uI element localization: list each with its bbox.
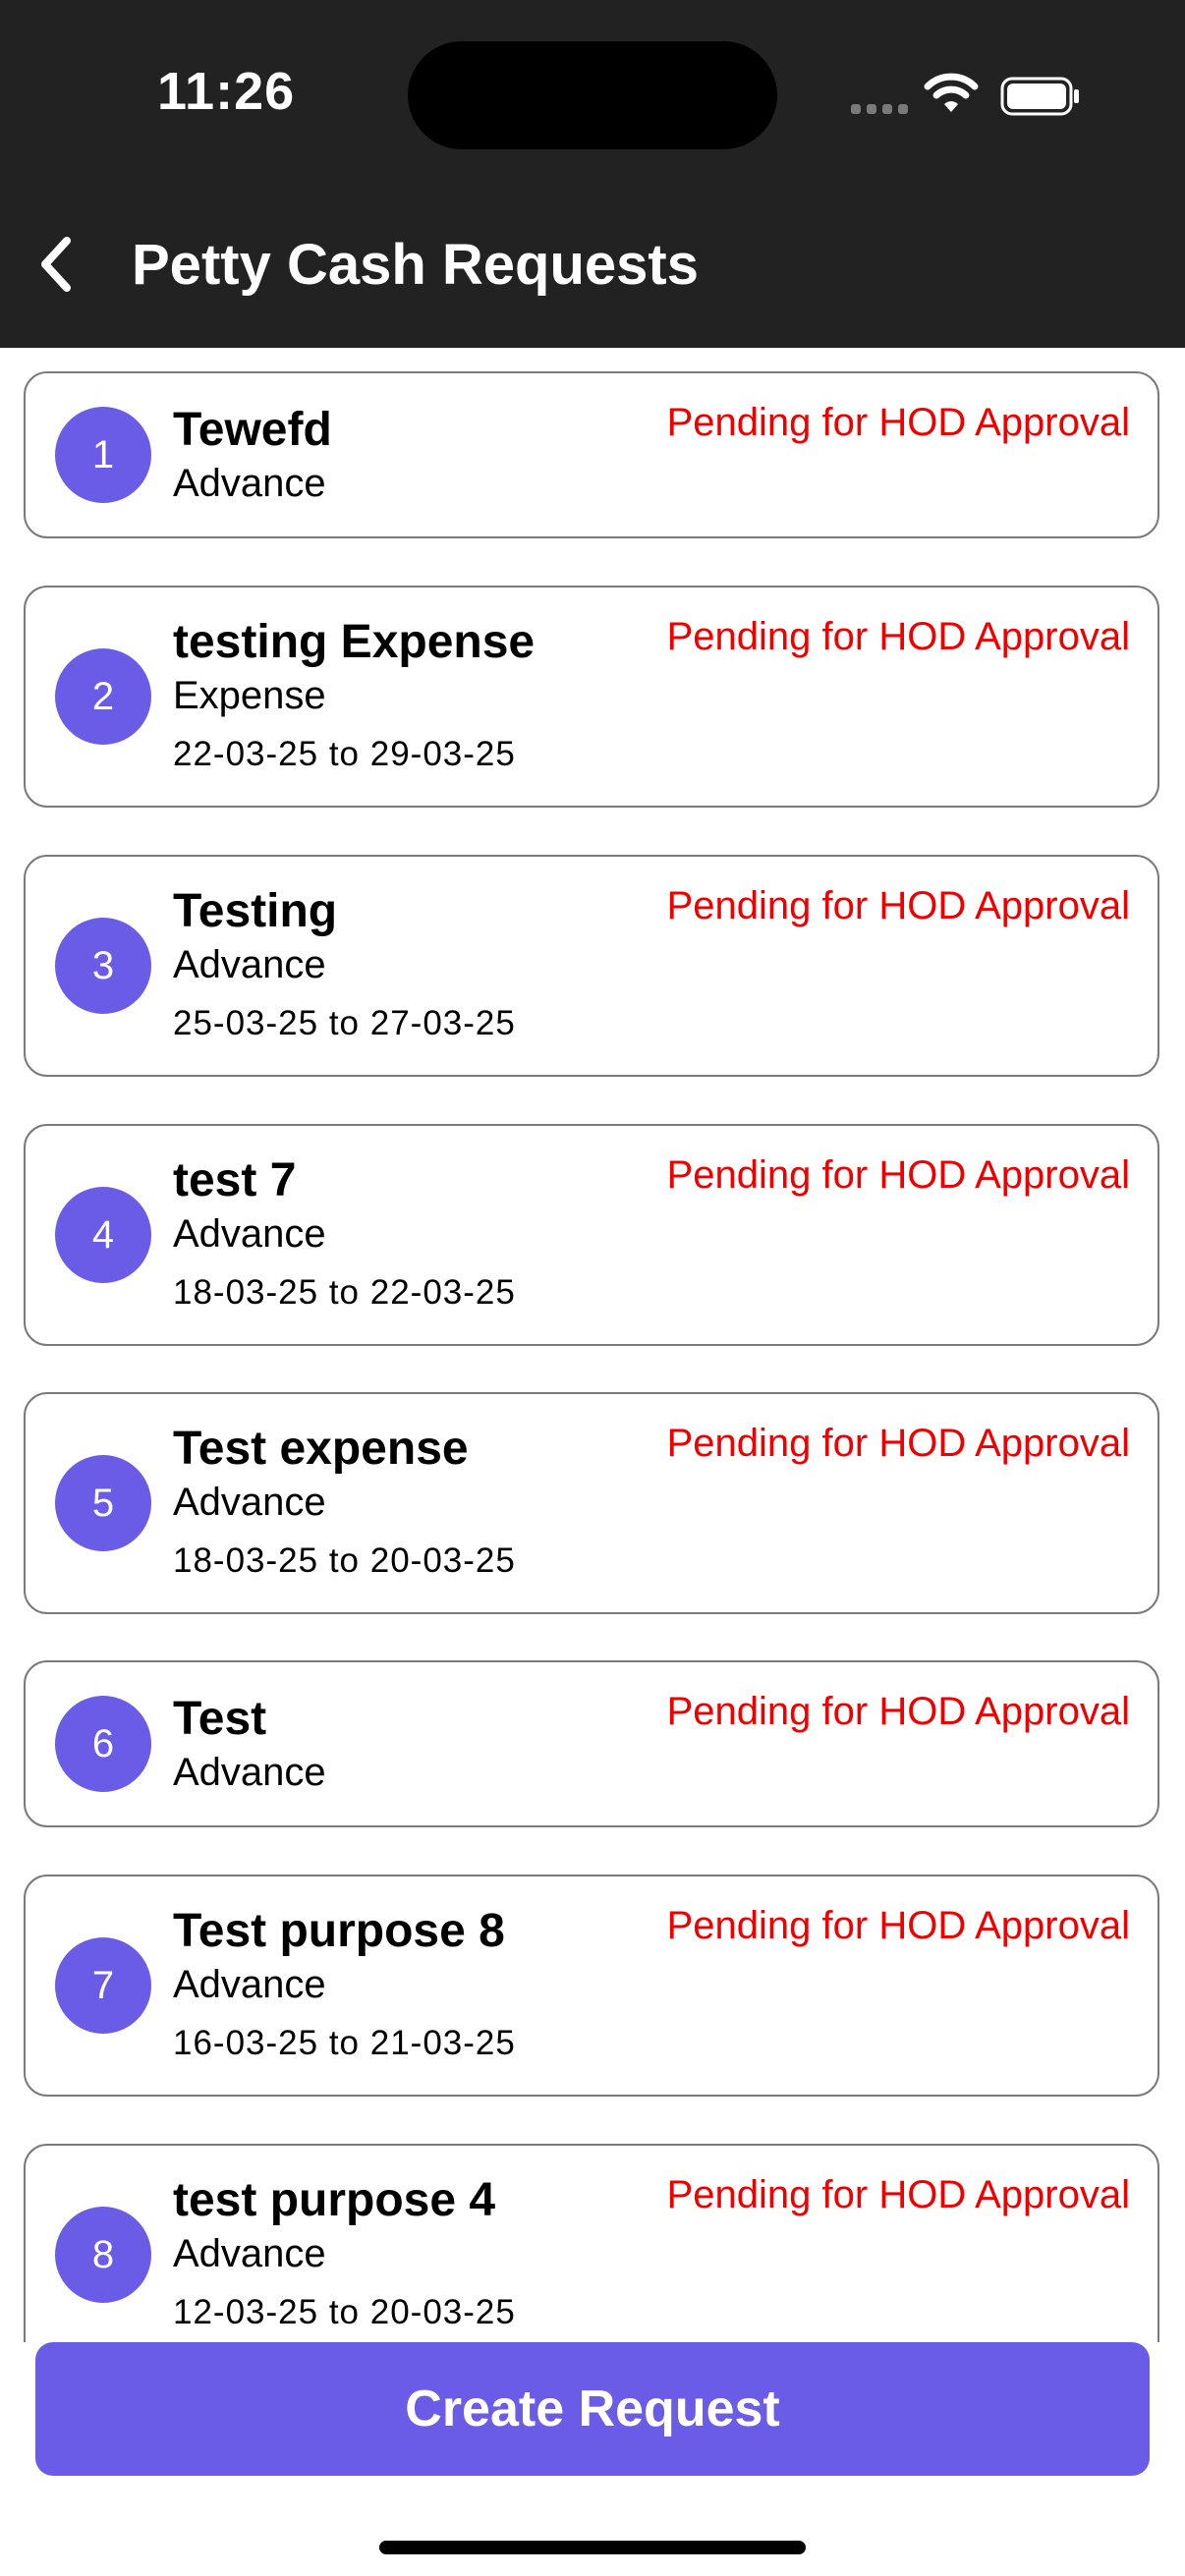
- request-title: Tewefd: [173, 404, 332, 456]
- request-type: Advance: [173, 462, 326, 505]
- request-card[interactable]: 2 testing Expense Expense 22-03-25 to 29…: [24, 586, 1159, 808]
- request-index-badge: 8: [55, 2207, 151, 2303]
- request-status: Pending for HOD Approval: [666, 1153, 1130, 1197]
- request-index-badge: 6: [55, 1696, 151, 1792]
- request-card[interactable]: 1 Tewefd Advance Pending for HOD Approva…: [24, 371, 1159, 538]
- request-type: Advance: [173, 1963, 326, 2006]
- request-date-range: 16-03-25 to 21-03-25: [173, 2024, 516, 2062]
- home-indicator[interactable]: [379, 2541, 806, 2554]
- dynamic-island: [408, 41, 777, 149]
- request-title: test 7: [173, 1154, 297, 1206]
- request-date-range: 25-03-25 to 27-03-25: [173, 1004, 516, 1042]
- request-status: Pending for HOD Approval: [666, 2173, 1130, 2216]
- request-index-badge: 1: [55, 407, 151, 503]
- request-index-badge: 7: [55, 1937, 151, 2034]
- request-type: Advance: [173, 1751, 326, 1794]
- request-card[interactable]: 4 test 7 Advance 18-03-25 to 22-03-25 Pe…: [24, 1124, 1159, 1346]
- request-type: Advance: [173, 943, 326, 986]
- request-status: Pending for HOD Approval: [666, 1904, 1130, 1947]
- request-list[interactable]: 1 Tewefd Advance Pending for HOD Approva…: [0, 348, 1185, 2342]
- cellular-signal-icon: [851, 104, 908, 114]
- chevron-left-icon: [41, 237, 71, 292]
- request-title: test purpose 4: [173, 2174, 496, 2226]
- request-status: Pending for HOD Approval: [666, 884, 1130, 927]
- request-date-range: 22-03-25 to 29-03-25: [173, 735, 516, 773]
- request-card[interactable]: 7 Test purpose 8 Advance 16-03-25 to 21-…: [24, 1875, 1159, 2097]
- request-title: Test expense: [173, 1423, 469, 1475]
- request-date-range: 18-03-25 to 22-03-25: [173, 1273, 516, 1312]
- request-index-badge: 3: [55, 918, 151, 1014]
- create-request-button[interactable]: Create Request: [35, 2342, 1150, 2476]
- request-status: Pending for HOD Approval: [666, 401, 1130, 444]
- app-header: 11:26 Petty Cash Requests: [0, 0, 1185, 348]
- page-title: Petty Cash Requests: [132, 233, 699, 297]
- request-date-range: 18-03-25 to 20-03-25: [173, 1541, 516, 1580]
- request-title: Testing: [173, 885, 338, 937]
- request-title: Test: [173, 1693, 267, 1745]
- request-index-badge: 2: [55, 648, 151, 745]
- request-type: Expense: [173, 674, 326, 717]
- wifi-icon: [924, 73, 979, 112]
- request-index-badge: 5: [55, 1455, 151, 1551]
- request-status: Pending for HOD Approval: [666, 1690, 1130, 1733]
- request-index-badge: 4: [55, 1187, 151, 1283]
- request-status: Pending for HOD Approval: [666, 1422, 1130, 1465]
- back-button[interactable]: [26, 228, 85, 301]
- request-type: Advance: [173, 1481, 326, 1524]
- request-type: Advance: [173, 1212, 326, 1256]
- request-card[interactable]: 6 Test Advance Pending for HOD Approval: [24, 1660, 1159, 1827]
- battery-icon: [1000, 77, 1079, 116]
- request-status: Pending for HOD Approval: [666, 615, 1130, 658]
- request-title: testing Expense: [173, 616, 536, 668]
- request-card[interactable]: 8 test purpose 4 Advance 12-03-25 to 20-…: [24, 2144, 1159, 2342]
- status-time: 11:26: [157, 62, 296, 121]
- request-date-range: 12-03-25 to 20-03-25: [173, 2293, 516, 2331]
- request-card[interactable]: 5 Test expense Advance 18-03-25 to 20-03…: [24, 1392, 1159, 1614]
- request-type: Advance: [173, 2232, 326, 2275]
- request-title: Test purpose 8: [173, 1905, 505, 1957]
- request-card[interactable]: 3 Testing Advance 25-03-25 to 27-03-25 P…: [24, 855, 1159, 1077]
